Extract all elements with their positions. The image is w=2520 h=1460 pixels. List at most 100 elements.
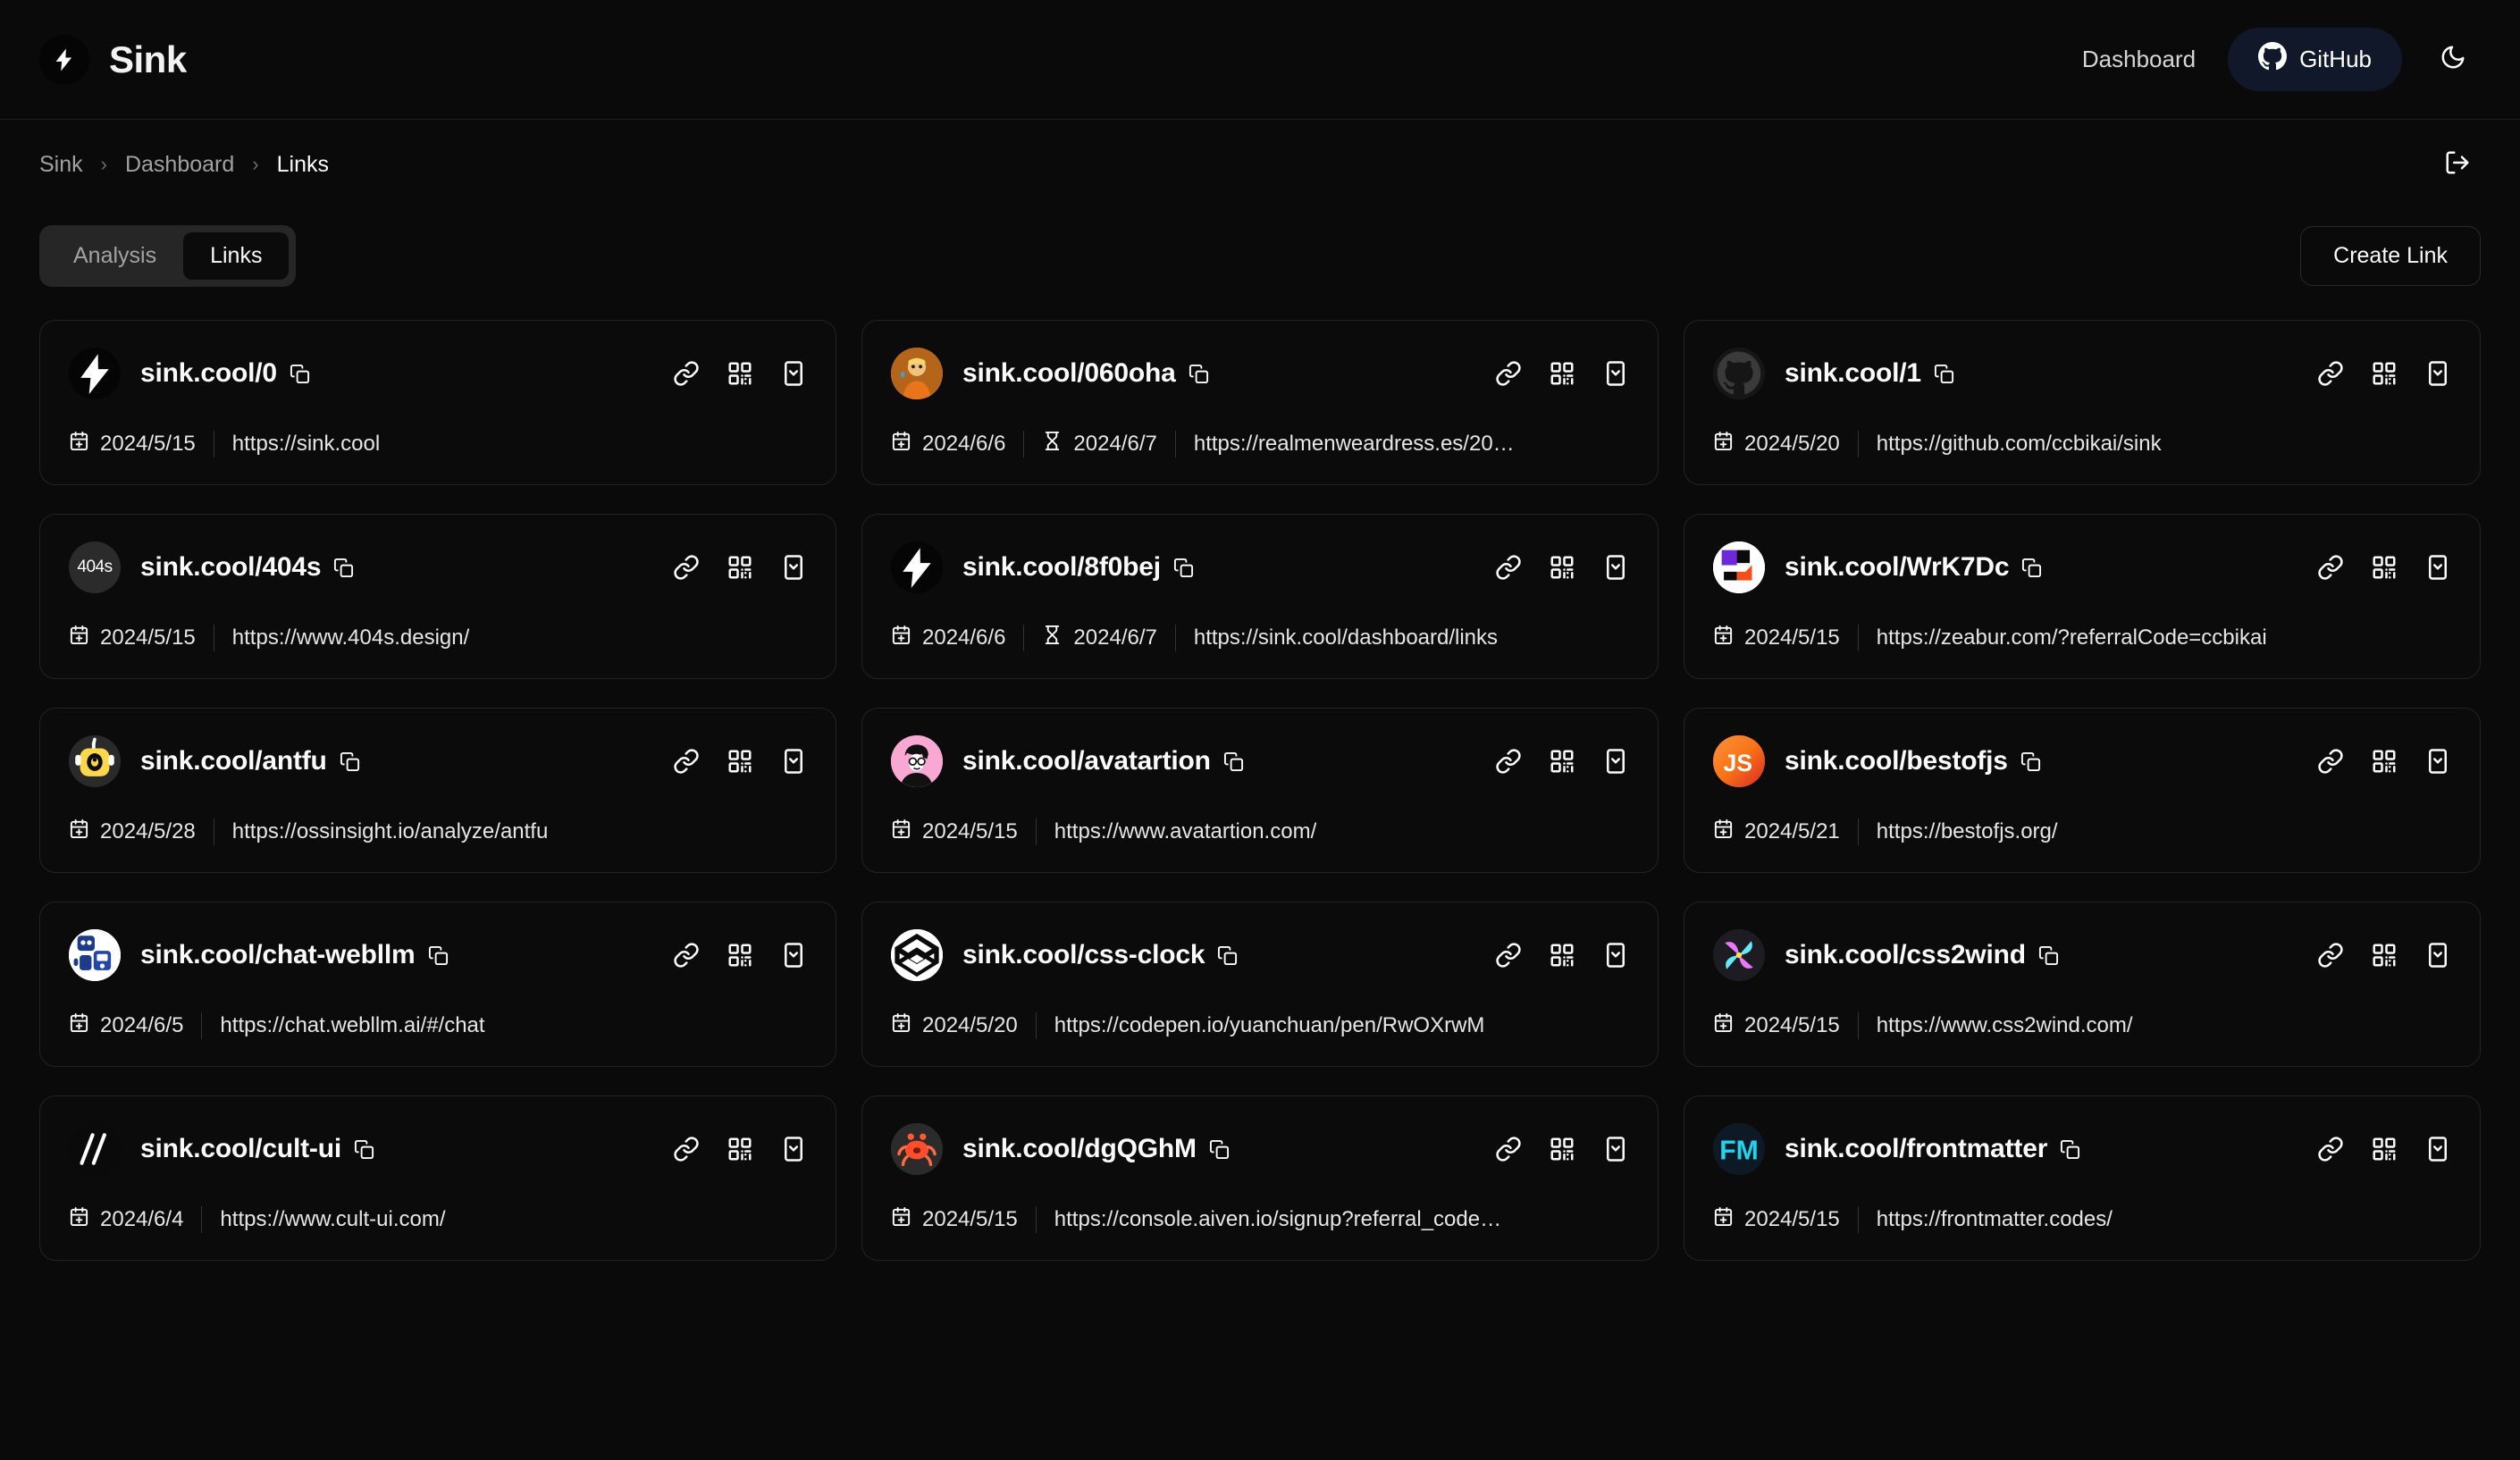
link-icon[interactable] xyxy=(673,1136,700,1162)
target-url[interactable]: https://sink.cool/dashboard/links xyxy=(1194,625,1498,650)
link-card[interactable]: sink.cool/cult-ui 2024/6/4 https://www.cul… xyxy=(39,1095,836,1261)
link-icon[interactable] xyxy=(1495,360,1522,387)
link-icon[interactable] xyxy=(2317,748,2344,775)
link-icon[interactable] xyxy=(1495,748,1522,775)
chevron-down-box-icon[interactable] xyxy=(2424,748,2451,775)
copy-icon[interactable] xyxy=(2038,945,2059,966)
chevron-down-box-icon[interactable] xyxy=(1602,1136,1629,1162)
qr-code-icon[interactable] xyxy=(1549,554,1575,581)
copy-icon[interactable] xyxy=(2021,558,2042,578)
qr-code-icon[interactable] xyxy=(1549,1136,1575,1162)
chevron-down-box-icon[interactable] xyxy=(1602,360,1629,387)
qr-code-icon[interactable] xyxy=(2371,942,2398,969)
link-card[interactable]: sink.cool/0 2024/5/15 https://sink.cool xyxy=(39,320,836,485)
copy-icon[interactable] xyxy=(1209,1139,1230,1160)
create-link-button[interactable]: Create Link xyxy=(2300,225,2481,286)
target-url[interactable]: https://github.com/ccbikai/sink xyxy=(1877,432,2162,457)
link-card[interactable]: sink.cool/WrK7Dc 2024/5/15 https://zeabur.… xyxy=(1684,514,2481,679)
chevron-down-box-icon[interactable] xyxy=(2424,942,2451,969)
link-card[interactable]: sink.cool/avatartion 2024/5/15 https://www… xyxy=(861,708,1659,873)
copy-icon[interactable] xyxy=(354,1139,374,1160)
copy-icon[interactable] xyxy=(428,945,449,966)
link-icon[interactable] xyxy=(673,748,700,775)
qr-code-icon[interactable] xyxy=(727,1136,753,1162)
link-icon[interactable] xyxy=(673,942,700,969)
qr-code-icon[interactable] xyxy=(727,360,753,387)
copy-icon[interactable] xyxy=(2060,1139,2080,1160)
link-icon[interactable] xyxy=(1495,1136,1522,1162)
chevron-down-box-icon[interactable] xyxy=(1602,748,1629,775)
link-card[interactable]: sink.cool/css-clock 2024/5/20 https://code… xyxy=(861,902,1659,1067)
qr-code-icon[interactable] xyxy=(1549,942,1575,969)
link-icon[interactable] xyxy=(2317,1136,2344,1162)
copy-icon[interactable] xyxy=(290,364,310,384)
target-url[interactable]: https://www.404s.design/ xyxy=(232,625,469,650)
target-url[interactable]: https://frontmatter.codes/ xyxy=(1877,1207,2113,1232)
nav-dashboard[interactable]: Dashboard xyxy=(2059,31,2219,88)
link-card[interactable]: JS sink.cool/bestofjs 2024/5/21 https://bes… xyxy=(1684,708,2481,873)
link-card[interactable]: sink.cool/1 2024/5/20 https://github.com/c… xyxy=(1684,320,2481,485)
qr-code-icon[interactable] xyxy=(1549,748,1575,775)
link-card[interactable]: sink.cool/060oha 2024/6/6 2024/6/7 https://… xyxy=(861,320,1659,485)
chevron-down-box-icon[interactable] xyxy=(780,748,807,775)
target-url[interactable]: https://www.cult-ui.com/ xyxy=(220,1207,445,1232)
chevron-down-box-icon[interactable] xyxy=(2424,1136,2451,1162)
breadcrumb-item-sink[interactable]: Sink xyxy=(39,152,83,178)
target-url[interactable]: https://ossinsight.io/analyze/antfu xyxy=(232,819,549,844)
qr-code-icon[interactable] xyxy=(727,554,753,581)
copy-icon[interactable] xyxy=(333,558,354,578)
qr-code-icon[interactable] xyxy=(2371,1136,2398,1162)
target-url[interactable]: https://zeabur.com/?referralCode=ccbikai xyxy=(1877,625,2267,650)
copy-icon[interactable] xyxy=(2020,751,2041,772)
copy-icon[interactable] xyxy=(340,751,360,772)
chevron-down-box-icon[interactable] xyxy=(2424,360,2451,387)
qr-code-icon[interactable] xyxy=(2371,748,2398,775)
chevron-down-box-icon[interactable] xyxy=(1602,942,1629,969)
link-card[interactable]: sink.cool/antfu 2024/5/28 https://ossinsig… xyxy=(39,708,836,873)
link-card[interactable]: 404s sink.cool/404s 2024/5/15 https://www.4… xyxy=(39,514,836,679)
link-icon[interactable] xyxy=(1495,554,1522,581)
link-card[interactable]: sink.cool/chat-webllm 2024/6/5 https://cha… xyxy=(39,902,836,1067)
copy-icon[interactable] xyxy=(1173,558,1194,578)
link-icon[interactable] xyxy=(2317,942,2344,969)
tab-links[interactable]: Links xyxy=(183,231,290,280)
link-card[interactable]: FM sink.cool/frontmatter 2024/5/15 https://… xyxy=(1684,1095,2481,1261)
target-url[interactable]: https://www.css2wind.com/ xyxy=(1877,1013,2133,1038)
chevron-down-box-icon[interactable] xyxy=(780,942,807,969)
target-url[interactable]: https://codepen.io/yuanchuan/pen/RwOXrwM xyxy=(1054,1013,1485,1038)
target-url[interactable]: https://console.aiven.io/signup?referral… xyxy=(1054,1207,1501,1232)
link-icon[interactable] xyxy=(673,360,700,387)
target-url[interactable]: https://www.avatartion.com/ xyxy=(1054,819,1316,844)
qr-code-icon[interactable] xyxy=(727,748,753,775)
link-icon[interactable] xyxy=(673,554,700,581)
brand[interactable]: Sink xyxy=(39,34,187,85)
qr-code-icon[interactable] xyxy=(2371,360,2398,387)
chevron-down-box-icon[interactable] xyxy=(1602,554,1629,581)
target-url[interactable]: https://sink.cool xyxy=(232,432,380,457)
link-icon[interactable] xyxy=(2317,554,2344,581)
copy-icon[interactable] xyxy=(1189,364,1209,384)
theme-toggle-button[interactable] xyxy=(2425,32,2481,88)
tab-analysis[interactable]: Analysis xyxy=(46,232,183,280)
link-icon[interactable] xyxy=(1495,942,1522,969)
link-card[interactable]: sink.cool/dgQGhM 2024/5/15 https://console… xyxy=(861,1095,1659,1261)
chevron-down-box-icon[interactable] xyxy=(780,554,807,581)
target-url[interactable]: https://chat.webllm.ai/#/chat xyxy=(220,1013,484,1038)
chevron-down-box-icon[interactable] xyxy=(780,360,807,387)
qr-code-icon[interactable] xyxy=(1549,360,1575,387)
chevron-down-box-icon[interactable] xyxy=(780,1136,807,1162)
breadcrumb-item-dashboard[interactable]: Dashboard xyxy=(125,152,234,178)
copy-icon[interactable] xyxy=(1223,751,1244,772)
copy-icon[interactable] xyxy=(1934,364,1954,384)
github-button[interactable]: GitHub xyxy=(2228,28,2402,91)
logout-button[interactable] xyxy=(2434,141,2481,188)
target-url[interactable]: https://bestofjs.org/ xyxy=(1877,819,2058,844)
link-card[interactable]: sink.cool/8f0bej 2024/6/6 2024/6/7 https://… xyxy=(861,514,1659,679)
target-url[interactable]: https://realmenweardress.es/20… xyxy=(1194,432,1515,457)
link-card[interactable]: sink.cool/css2wind 2024/5/15 https://www.c… xyxy=(1684,902,2481,1067)
copy-icon[interactable] xyxy=(1217,945,1238,966)
link-icon[interactable] xyxy=(2317,360,2344,387)
qr-code-icon[interactable] xyxy=(2371,554,2398,581)
chevron-down-box-icon[interactable] xyxy=(2424,554,2451,581)
qr-code-icon[interactable] xyxy=(727,942,753,969)
